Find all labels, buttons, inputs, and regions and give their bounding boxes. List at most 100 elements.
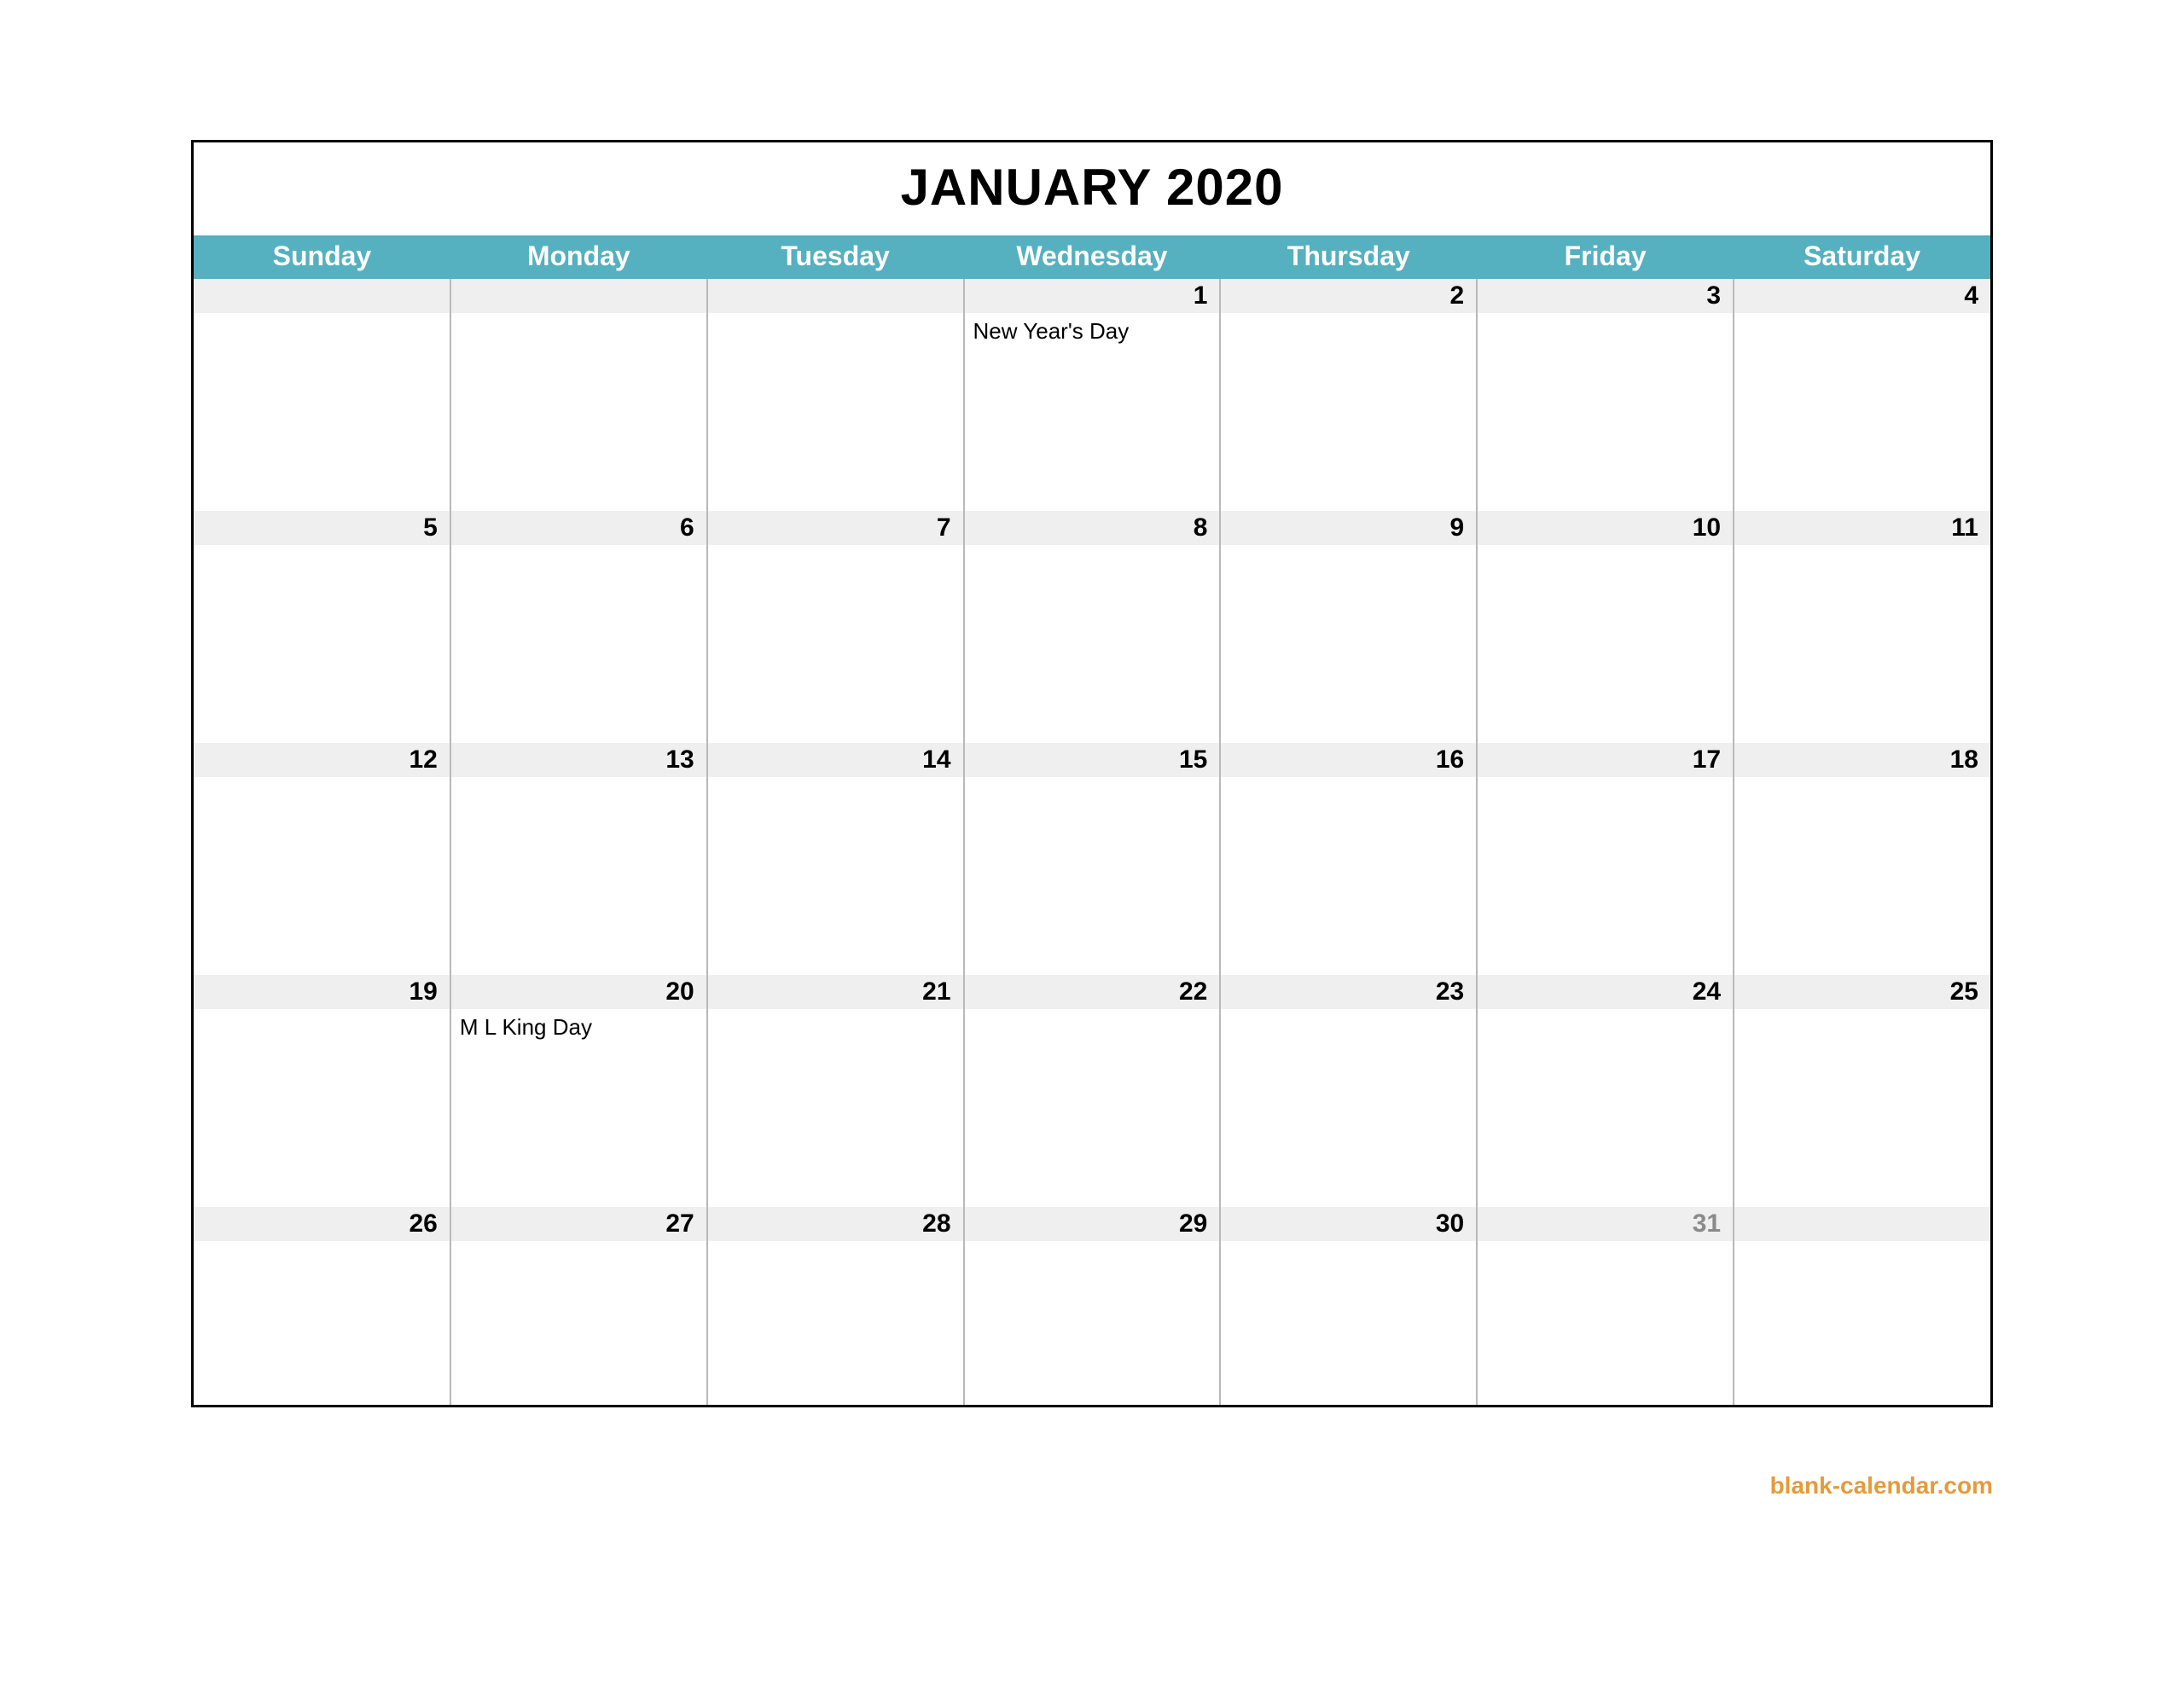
day-number: 17 (1478, 743, 1733, 777)
day-event (1734, 777, 1990, 975)
day-number (1734, 1207, 1990, 1241)
day-cell: 25 (1734, 975, 1990, 1207)
day-number: 29 (965, 1207, 1220, 1241)
day-cell (194, 279, 450, 511)
day-cell: 29 (964, 1207, 1221, 1405)
day-cell: 7 (707, 511, 964, 743)
day-event (1221, 777, 1476, 975)
day-event (451, 777, 706, 975)
day-number: 30 (1221, 1207, 1476, 1241)
day-cell: 22 (964, 975, 1221, 1207)
week-row: 12 13 14 15 16 17 18 (194, 743, 1990, 975)
day-cell: 6 (450, 511, 707, 743)
day-cell: 27 (450, 1207, 707, 1405)
day-event (1478, 1009, 1733, 1207)
day-event (194, 777, 450, 975)
day-cell: 18 (1734, 743, 1990, 975)
day-event (194, 313, 450, 511)
day-number: 7 (708, 511, 963, 545)
day-cell: 24 (1477, 975, 1734, 1207)
day-event (708, 313, 963, 511)
week-row: 1New Year's Day 2 3 4 (194, 279, 1990, 511)
week-row: 5 6 7 8 9 10 11 (194, 511, 1990, 743)
calendar-title: JANUARY 2020 (194, 142, 1990, 235)
day-number: 16 (1221, 743, 1476, 777)
day-event (194, 1009, 450, 1207)
day-number: 1 (965, 279, 1220, 313)
day-cell: 12 (194, 743, 450, 975)
day-number: 31 (1478, 1207, 1733, 1241)
day-number: 18 (1734, 743, 1990, 777)
day-number (708, 279, 963, 313)
day-number: 24 (1478, 975, 1733, 1009)
day-number: 9 (1221, 511, 1476, 545)
weekday-header: Tuesday (707, 235, 964, 279)
day-cell: 19 (194, 975, 450, 1207)
day-cell: 13 (450, 743, 707, 975)
day-event (194, 545, 450, 743)
day-number: 12 (194, 743, 450, 777)
weekday-header: Wednesday (964, 235, 1221, 279)
day-event: M L King Day (451, 1009, 706, 1207)
day-event (451, 1241, 706, 1405)
day-cell: 21 (707, 975, 964, 1207)
day-cell: 1New Year's Day (964, 279, 1221, 511)
day-event (1478, 777, 1733, 975)
day-cell: 14 (707, 743, 964, 975)
day-event (708, 1009, 963, 1207)
day-number: 15 (965, 743, 1220, 777)
day-cell: 11 (1734, 511, 1990, 743)
day-number: 6 (451, 511, 706, 545)
day-event (1221, 1241, 1476, 1405)
day-event (1478, 313, 1733, 511)
day-cell: 17 (1477, 743, 1734, 975)
day-event (965, 777, 1220, 975)
weekday-header: Friday (1477, 235, 1734, 279)
day-number: 21 (708, 975, 963, 1009)
day-cell (707, 279, 964, 511)
credit-text: blank-calendar.com (1770, 1472, 1993, 1499)
week-row: 19 20M L King Day 21 22 23 24 25 (194, 975, 1990, 1207)
day-cell: 4 (1734, 279, 1990, 511)
day-cell (450, 279, 707, 511)
day-event (451, 545, 706, 743)
day-cell (1734, 1207, 1990, 1405)
calendar-grid: Sunday Monday Tuesday Wednesday Thursday… (194, 235, 1990, 1405)
day-event (1221, 313, 1476, 511)
day-number: 5 (194, 511, 450, 545)
day-cell: 28 (707, 1207, 964, 1405)
day-number: 14 (708, 743, 963, 777)
day-number: 11 (1734, 511, 1990, 545)
day-event (451, 313, 706, 511)
day-number: 20 (451, 975, 706, 1009)
day-cell: 30 (1220, 1207, 1477, 1405)
day-event (194, 1241, 450, 1405)
day-event (1734, 1241, 1990, 1405)
day-number: 13 (451, 743, 706, 777)
day-cell: 31 (1477, 1207, 1734, 1405)
day-event (1221, 1009, 1476, 1207)
day-cell: 23 (1220, 975, 1477, 1207)
weekday-header: Sunday (194, 235, 450, 279)
day-event (1734, 545, 1990, 743)
day-event (1734, 1009, 1990, 1207)
weekday-header-row: Sunday Monday Tuesday Wednesday Thursday… (194, 235, 1990, 279)
day-number: 25 (1734, 975, 1990, 1009)
day-number (451, 279, 706, 313)
calendar-container: JANUARY 2020 Sunday Monday Tuesday Wedne… (191, 140, 1993, 1407)
day-cell: 16 (1220, 743, 1477, 975)
day-number: 4 (1734, 279, 1990, 313)
day-cell: 26 (194, 1207, 450, 1405)
day-event: New Year's Day (965, 313, 1220, 511)
day-number: 28 (708, 1207, 963, 1241)
day-cell: 10 (1477, 511, 1734, 743)
day-event (1478, 1241, 1733, 1405)
day-event (1221, 545, 1476, 743)
day-cell: 2 (1220, 279, 1477, 511)
day-cell: 3 (1477, 279, 1734, 511)
day-number: 23 (1221, 975, 1476, 1009)
day-event (1734, 313, 1990, 511)
day-cell: 8 (964, 511, 1221, 743)
day-cell: 9 (1220, 511, 1477, 743)
weekday-header: Saturday (1734, 235, 1990, 279)
